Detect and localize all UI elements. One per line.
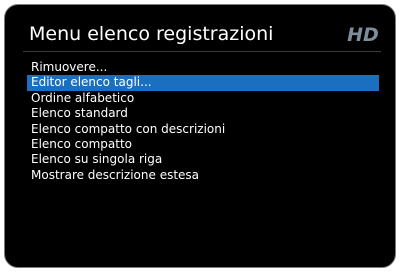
recordings-list-menu-dialog: Menu elenco registrazioni HD Rimuovere..… [4, 4, 396, 268]
menu-item-standard-list[interactable]: Elenco standard [27, 106, 379, 121]
menu-item-single-line-list[interactable]: Elenco su singola riga [27, 152, 379, 167]
svg-text:HD: HD [347, 24, 379, 45]
title-divider [23, 51, 381, 52]
menu-title: Menu elenco registrazioni [29, 23, 274, 45]
menu-item-compact-list-with-descriptions[interactable]: Elenco compatto con descrizioni [27, 122, 379, 137]
menu-item-cut-list-editor[interactable]: Editor elenco tagli... [27, 75, 379, 91]
menu-item-alphabetical-order[interactable]: Ordine alfabetico [27, 91, 379, 106]
menu-item-remove[interactable]: Rimuovere... [27, 60, 379, 75]
hd-logo-icon: HD [347, 24, 379, 45]
menu-item-show-extended-description[interactable]: Mostrare descrizione estesa [27, 168, 379, 183]
menu-item-compact-list[interactable]: Elenco compatto [27, 137, 379, 152]
menu-list: Rimuovere... Editor elenco tagli... Ordi… [27, 60, 379, 183]
